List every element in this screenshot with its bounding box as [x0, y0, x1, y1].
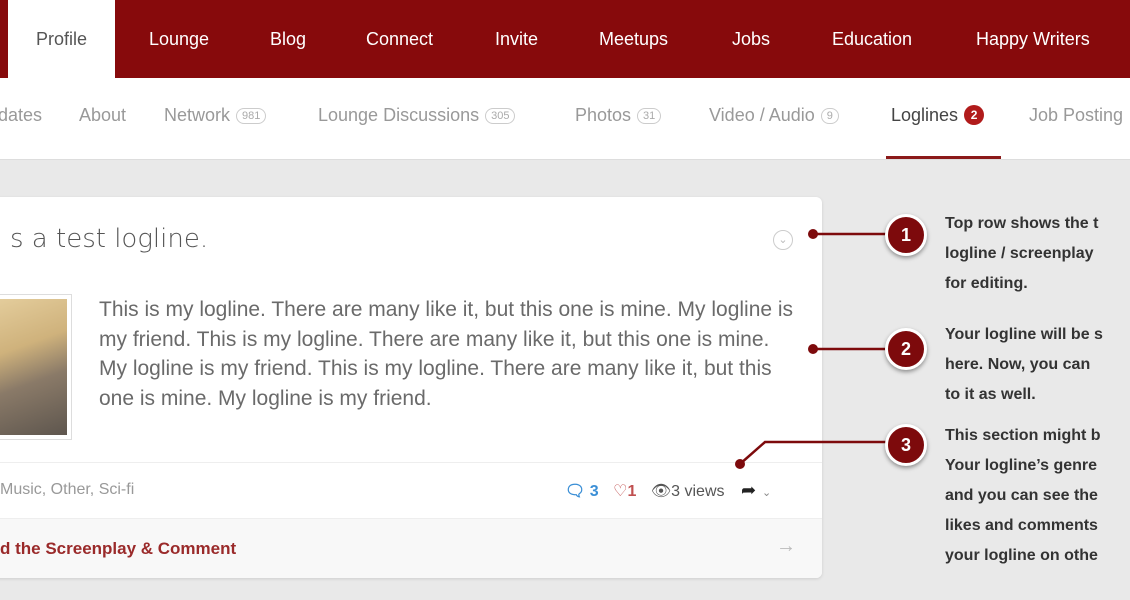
callout-line: Your logline will be s	[945, 326, 1103, 343]
callout-line: and you can see the	[945, 487, 1098, 504]
callout-text: Top row shows the t logline / screenplay…	[945, 209, 1098, 299]
callout-line: for editing.	[945, 275, 1028, 292]
callout-line: Your logline’s genre	[945, 457, 1098, 474]
callout-number: 2	[885, 328, 927, 370]
callout-text: Your logline will be s here. Now, you ca…	[945, 320, 1103, 410]
callout-line: logline / screenplay	[945, 245, 1094, 262]
callout-line: your logline on othe	[945, 547, 1098, 564]
callout-line: Top row shows the t	[945, 215, 1099, 232]
callout-line: likes and comments	[945, 517, 1098, 534]
callout-number: 3	[885, 424, 927, 466]
callout-line: here. Now, you can	[945, 356, 1091, 373]
callout-number: 1	[885, 214, 927, 256]
callout-line: to it as well.	[945, 386, 1036, 403]
callout-text: This section might b Your logline’s genr…	[945, 421, 1101, 571]
callout-line: This section might b	[945, 427, 1101, 444]
